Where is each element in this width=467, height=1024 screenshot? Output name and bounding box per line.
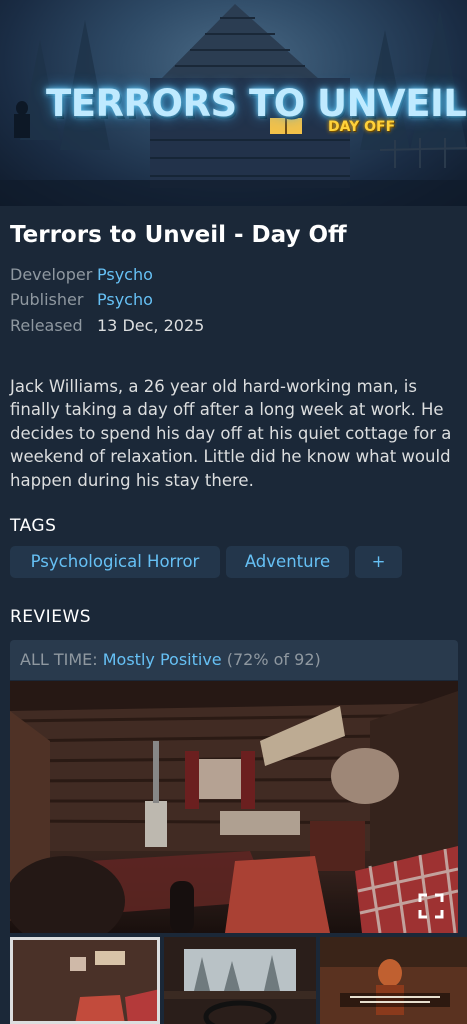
screenshot-thumbnail-3[interactable] — [320, 937, 467, 1024]
review-summary[interactable]: ALL TIME: Mostly Positive (72% of 92) — [10, 640, 458, 680]
fullscreen-icon[interactable] — [418, 893, 444, 919]
developer-row: Developer Psycho — [10, 265, 153, 287]
publisher-row: Publisher Psycho — [10, 290, 153, 312]
release-date: 13 Dec, 2025 — [97, 316, 205, 335]
game-title: Terrors to Unveil - Day Off — [10, 222, 347, 248]
developer-link[interactable]: Psycho — [97, 265, 153, 284]
screenshot-thumbnail-2[interactable] — [164, 937, 316, 1024]
publisher-label: Publisher — [10, 290, 84, 309]
review-percentage: (72% of 92) — [226, 650, 321, 669]
header-capsule-image: TERRORS TO UNVEIL DAY OFF — [0, 0, 467, 206]
developer-label: Developer — [10, 265, 93, 284]
tags-heading: TAGS — [10, 516, 57, 536]
tag-psychological-horror[interactable]: Psychological Horror — [10, 546, 220, 578]
publisher-link[interactable]: Psycho — [97, 290, 153, 309]
review-score-link[interactable]: Mostly Positive — [103, 650, 222, 669]
reviews-heading: REVIEWS — [10, 607, 92, 627]
review-period-label: ALL TIME: — [20, 650, 98, 669]
released-row: Released 13 Dec, 2025 — [10, 316, 204, 338]
game-description: Jack Williams, a 26 year old hard-workin… — [10, 377, 452, 490]
released-label: Released — [10, 316, 83, 335]
capsule-art-subtitle: DAY OFF — [328, 119, 396, 135]
more-tags-button[interactable]: + — [355, 546, 402, 578]
tag-adventure[interactable]: Adventure — [226, 546, 349, 578]
main-screenshot[interactable] — [10, 681, 458, 933]
capsule-art-title: TERRORS TO UNVEIL — [46, 82, 467, 125]
screenshot-thumbnail-1[interactable] — [10, 937, 160, 1024]
